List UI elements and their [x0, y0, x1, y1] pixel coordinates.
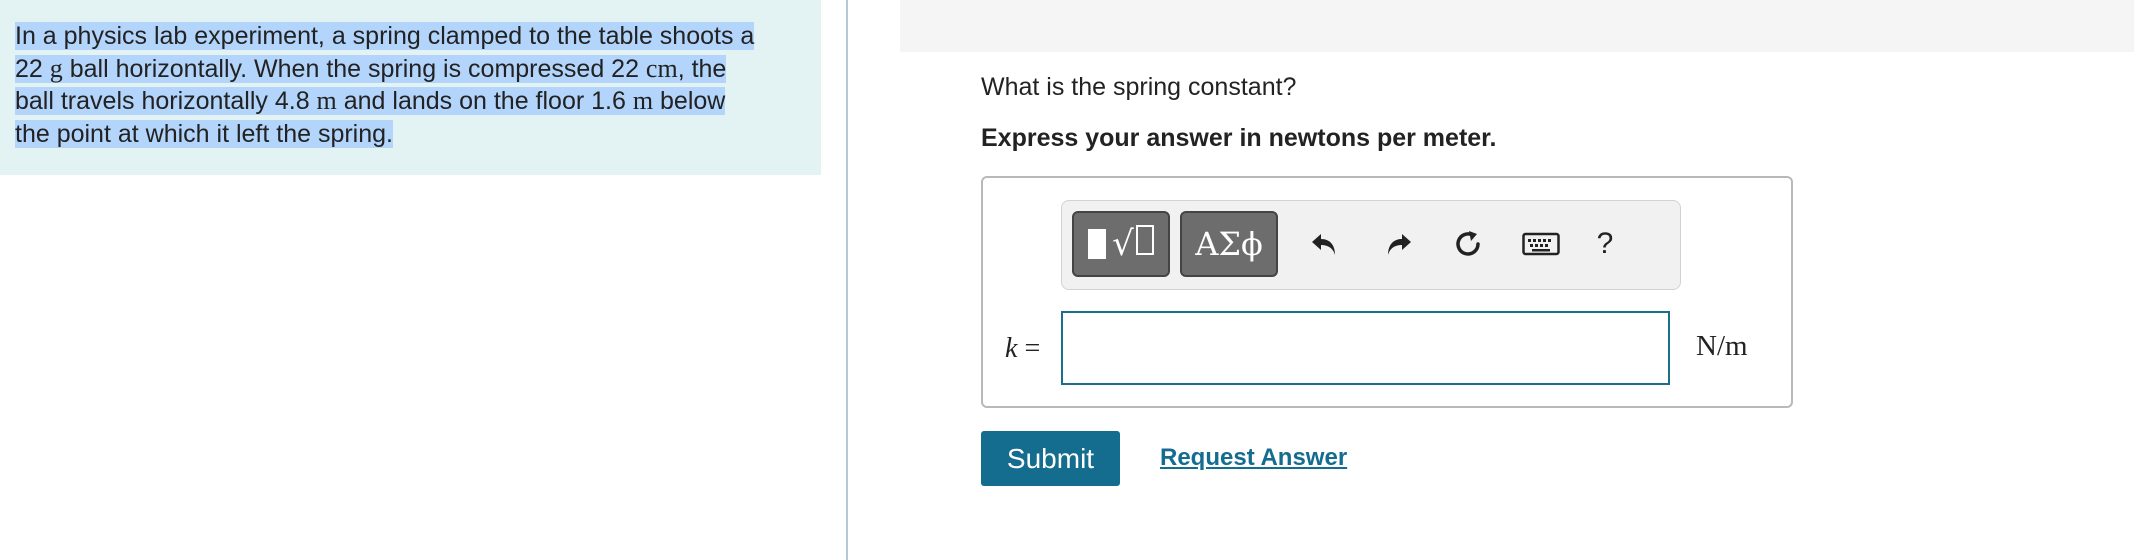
radical-icon: √ [1112, 224, 1154, 264]
variable-symbol: k [1005, 333, 1018, 364]
submit-button[interactable]: Submit [981, 431, 1120, 486]
equals-sign: = [1017, 333, 1041, 364]
problem-statement: In a physics lab experiment, a spring cl… [15, 20, 805, 150]
panel-divider [846, 0, 848, 560]
undo-icon[interactable] [1302, 221, 1348, 267]
redo-icon[interactable] [1375, 221, 1421, 267]
template-block-icon [1088, 229, 1107, 259]
answer-instruction: Express your answer in newtons per meter… [981, 124, 1497, 152]
math-toolbar: √ ΑΣϕ ? [1061, 200, 1681, 290]
request-answer-link[interactable]: Request Answer [1160, 444, 1347, 472]
unit-meters: m [632, 86, 654, 115]
answer-unit: N/m [1696, 330, 1748, 362]
problem-line-4: the point at which it left the spring. [15, 119, 393, 148]
problem-text-fragment: and lands on the floor 1.6 [336, 87, 633, 115]
problem-text-fragment: ball horizontally. When the spring is co… [62, 54, 646, 83]
problem-text-fragment: below [653, 87, 726, 115]
question-text: What is the spring constant? [981, 73, 1297, 101]
problem-text-fragment: 22 [15, 54, 50, 83]
problem-text-fragment: ball travels horizontally 4.8 [15, 87, 317, 115]
header-strip [900, 0, 2134, 52]
unit-meters: m [316, 86, 337, 115]
answer-input[interactable] [1061, 311, 1670, 385]
greek-symbols-button[interactable]: ΑΣϕ [1180, 211, 1278, 277]
variable-label: k = [1005, 333, 1040, 365]
templates-button[interactable]: √ [1072, 211, 1170, 277]
problem-text-fragment: , the [677, 54, 727, 83]
answer-container: √ ΑΣϕ ? k = N/m [981, 176, 1793, 408]
unit-grams: g [49, 53, 63, 83]
problem-line-1: In a physics lab experiment, a spring cl… [15, 22, 755, 50]
problem-panel: In a physics lab experiment, a spring cl… [0, 0, 821, 175]
reset-icon[interactable] [1446, 221, 1492, 267]
keyboard-icon[interactable] [1518, 221, 1564, 267]
unit-centimeters: cm [645, 53, 678, 83]
help-button[interactable]: ? [1582, 221, 1628, 267]
